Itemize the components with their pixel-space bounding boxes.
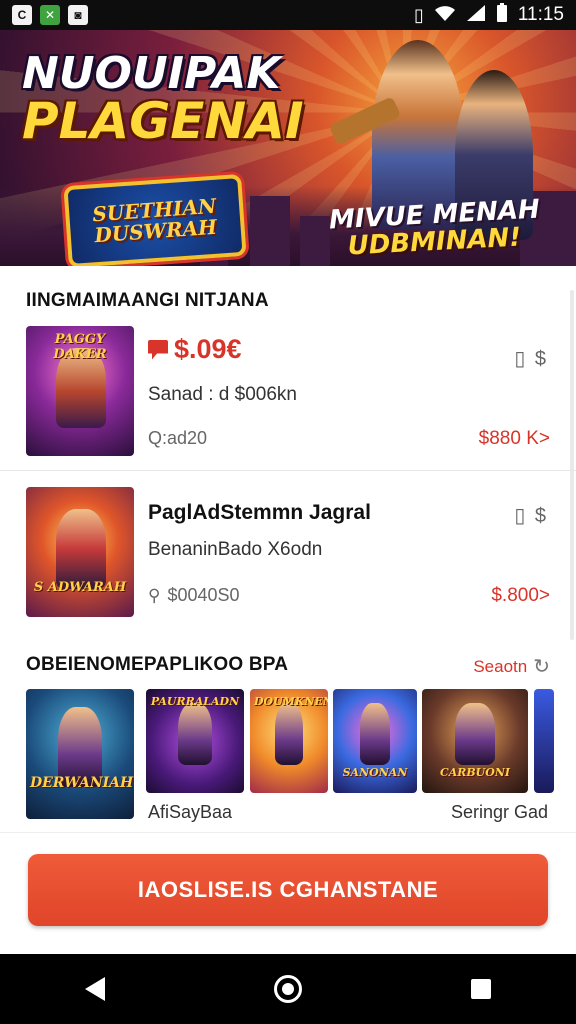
- thumbnail-caption: S ADWARAH: [33, 580, 127, 595]
- primary-cta-button[interactable]: IAOSLISE.IS CGHANSTANE: [28, 854, 548, 926]
- card-label: Seringr Gad: [450, 802, 548, 822]
- featured-section-title: IINGMAIMAANGI NITJANA: [26, 290, 269, 311]
- wishlist-price-icons[interactable]: ▯ $: [514, 346, 548, 371]
- game-subtitle: Sanad : d $006kn: [148, 384, 297, 405]
- nfc-icon: ▯: [413, 4, 424, 25]
- clock: 11:15: [517, 4, 564, 25]
- home-icon[interactable]: [273, 975, 302, 1003]
- system-nav-bar: [0, 954, 576, 1024]
- game-subtitle: BenaninBado X6odn: [148, 539, 323, 560]
- banner-title-line1: NUOUIPAK: [22, 48, 281, 99]
- game-thumbnail[interactable]: S ADWARAH: [26, 487, 134, 617]
- banner-tagline: MIVUE MENAH UDBMINAN!: [328, 195, 540, 262]
- see-all-link[interactable]: Seaotn ↻: [473, 654, 550, 679]
- wifi-icon: [434, 4, 456, 27]
- status-bar: C ✕ ◙ ▯ 11:15: [0, 0, 576, 30]
- battery-icon: [496, 2, 508, 28]
- thumbnail-caption: PAGGY DAKER: [53, 332, 107, 362]
- game-list-item[interactable]: PAGGY DAKER $.09€ Sanad : d $006kn Q:ad2…: [0, 326, 576, 458]
- price-link[interactable]: $880 K>: [479, 428, 550, 450]
- game-list-item[interactable]: S ADWARAH PaglAdStemmn Jagral BenaninBad…: [0, 487, 576, 619]
- cta-bar: IAOSLISE.IS CGHANSTANE: [0, 832, 576, 955]
- carousel-card[interactable]: DOUMKNEN: [250, 689, 328, 793]
- price-value: $.09€: [174, 334, 242, 364]
- signal-icon: [466, 4, 486, 27]
- banner-title: NUOUIPAK PLAGENAI: [22, 48, 322, 150]
- banner-logo-badge: SUETHIAN DUSWRAH: [63, 173, 247, 266]
- app-notification-icon: ✕: [40, 5, 60, 25]
- game-meta: Q:ad20: [148, 428, 208, 448]
- game-thumbnail[interactable]: PAGGY DAKER: [26, 326, 134, 456]
- divider: [0, 470, 576, 471]
- carousel-card[interactable]: [534, 689, 554, 793]
- system-icons: ▯ 11:15: [413, 2, 564, 28]
- back-icon[interactable]: [84, 977, 105, 1001]
- card-caption: DERWANIAH: [30, 775, 134, 791]
- card-caption: PAURRALADN: [150, 695, 240, 708]
- game-title: PaglAdStemmn Jagral: [148, 501, 371, 524]
- see-all-label: Seaotn: [473, 656, 528, 676]
- card-caption: CARBUONI: [439, 766, 511, 779]
- notification-icons: C ✕ ◙: [12, 5, 88, 25]
- app-notification-icon: ◙: [68, 5, 88, 25]
- price-link[interactable]: $.800>: [491, 585, 550, 607]
- badge-line2: DUSWRAH: [93, 214, 218, 248]
- carousel-card[interactable]: SANONAN: [333, 689, 417, 793]
- app-notification-icon: C: [12, 5, 32, 25]
- carousel-card[interactable]: CARBUONI: [422, 689, 528, 793]
- wishlist-price-icons[interactable]: ▯ $: [514, 503, 548, 528]
- link-icon: ⚲: [148, 586, 161, 605]
- banner-title-line2: PLAGENAI: [22, 92, 304, 150]
- card-label: AfiSayBaa: [148, 802, 233, 822]
- carousel-card[interactable]: PAURRALADN: [146, 689, 244, 793]
- promo-banner[interactable]: NUOUIPAK PLAGENAI SUETHIAN DUSWRAH MIVUE…: [0, 30, 576, 266]
- carousel-section-title: OBEIENOMEPAPLIKOO BPA: [26, 654, 289, 675]
- game-meta-value: $0040S0: [167, 585, 240, 605]
- price-label: $.09€: [148, 334, 242, 365]
- card-caption: SANONAN: [342, 766, 408, 779]
- game-meta: ⚲ $0040S0: [148, 585, 240, 606]
- carousel-card[interactable]: DERWANIAH: [26, 689, 134, 819]
- card-caption: DOUMKNEN: [254, 695, 328, 708]
- recents-icon[interactable]: [471, 979, 492, 999]
- refresh-icon: ↻: [533, 656, 550, 678]
- price-tag-icon: [148, 339, 168, 360]
